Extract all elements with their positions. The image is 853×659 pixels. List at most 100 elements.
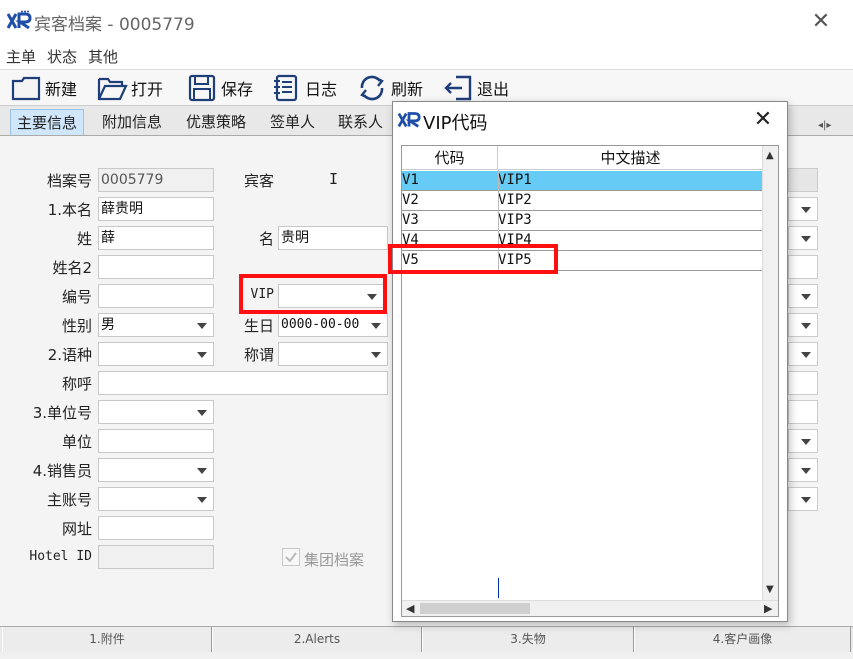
vip-code-grid: 代码 中文描述 V1 VIP1 V2 VIP2 V3 VIP3 V4 VIP4 … [401,145,779,617]
website-field[interactable] [98,516,214,540]
exit-label: 退出 [477,80,510,99]
grid-row[interactable]: V1 VIP1 [402,171,763,191]
vip-code-dialog: VIP代码 ✕ 代码 中文描述 V1 VIP1 V2 VIP2 V3 VIP3 … [392,101,788,622]
gender-dropdown[interactable]: 男 [98,313,214,337]
gender-label: 性别 [61,317,92,335]
fullname-field[interactable]: 薛贵明 [98,197,214,221]
horizontal-scrollbar[interactable]: ◀ ▶ [402,600,778,616]
vertical-scrollbar[interactable]: ▲ ▼ [762,146,778,600]
bottom-tab-alerts[interactable]: 2.Alerts [212,627,422,652]
bottom-tab-attachments[interactable]: 1.附件 [2,627,212,652]
right-dropdown-1[interactable] [788,197,818,221]
tab-scroll-arrows[interactable]: ◂|▸ [818,120,831,131]
right-dropdown-6[interactable] [788,429,818,453]
sales-label: 4.销售员 [32,462,92,480]
exit-button[interactable]: 退出 [442,73,509,103]
save-button[interactable]: 保存 [186,73,253,103]
menu-other[interactable]: 其他 [88,46,118,67]
grid-cell-code: V3 [402,212,419,228]
new-button[interactable]: 新建 [10,73,77,103]
tab-extra-info[interactable]: 附加信息 [96,109,168,135]
grid-row[interactable]: V3 VIP3 [402,211,763,231]
right-field-1[interactable] [788,168,818,192]
number-label: 编号 [61,288,92,306]
company-field[interactable] [98,429,214,453]
surname2-label: 姓名2 [52,259,92,277]
app-logo-icon [6,10,32,32]
scroll-right-icon[interactable]: ▶ [764,602,772,615]
right-dropdown-2[interactable] [788,226,818,250]
grid-cell-description: VIP1 [498,172,532,188]
hotel-id-label: Hotel ID [29,549,92,564]
birthday-field[interactable]: 0000-00-00 [278,313,388,337]
right-field-2[interactable] [788,255,818,279]
company-no-label: 3.单位号 [32,404,92,422]
exit-icon [442,73,474,103]
right-dropdown-3[interactable] [788,284,818,308]
language-label: 2.语种 [47,346,92,364]
text-cursor [498,578,499,598]
gender-value: 男 [101,317,115,333]
right-dropdown-5[interactable] [788,342,818,366]
surname2-field[interactable] [98,255,214,279]
grid-cell-code: V1 [402,172,419,188]
fullname-label: 1.本名 [47,201,92,219]
surname-label: 姓 [76,230,92,248]
salutation-field[interactable] [98,371,388,395]
new-icon [10,73,42,103]
scroll-thumb[interactable] [420,603,530,614]
bottom-tab-customer-profile[interactable]: 4.客户画像 [634,627,851,652]
birthday-value: 0000-00-00 [281,317,360,332]
right-field-4[interactable] [788,400,818,424]
master-account-label: 主账号 [46,491,92,509]
menu-main[interactable]: 主单 [6,46,36,67]
givenname-label: 名 [258,230,274,248]
scroll-down-icon[interactable]: ▼ [766,584,774,595]
company-no-dropdown[interactable] [98,400,214,424]
refresh-button[interactable]: 刷新 [356,73,423,103]
open-button[interactable]: 打开 [96,73,163,103]
chevron-down-icon [197,497,207,503]
right-dropdown-7[interactable] [788,458,818,482]
surname-field[interactable]: 薛 [98,226,214,250]
column-header-code[interactable]: 代码 [402,146,498,170]
dialog-title: VIP代码 [423,113,488,134]
tab-contact[interactable]: 联系人 [332,109,389,135]
tab-discount-policy[interactable]: 优惠策略 [180,109,252,135]
scroll-left-icon[interactable]: ◀ [406,602,414,615]
grid-cell-code: V2 [402,192,419,208]
title-dropdown[interactable] [278,342,388,366]
birthday-label: 生日 [243,317,274,335]
close-window-button[interactable]: ✕ [806,8,836,36]
grid-row[interactable]: V2 VIP2 [402,191,763,211]
tab-signer[interactable]: 签单人 [264,109,321,135]
grid-cell-description: VIP3 [498,212,532,228]
right-field-3[interactable] [788,371,818,395]
new-label: 新建 [45,80,78,99]
guest-label: 宾客 [243,172,274,190]
chevron-down-icon [371,352,381,358]
refresh-icon [356,73,388,103]
open-icon [96,73,128,103]
givenname-field[interactable]: 贵明 [278,226,388,250]
title-label: 称谓 [243,346,274,364]
right-dropdown-8[interactable] [788,487,818,511]
language-dropdown[interactable] [98,342,214,366]
bottom-tab-strip: 1.附件 2.Alerts 3.失物 4.客户画像 [0,626,853,652]
chevron-down-icon [197,352,207,358]
dialog-close-button[interactable]: ✕ [749,106,777,134]
tab-main-info[interactable]: 主要信息 [10,109,85,135]
save-icon [186,73,218,103]
menu-status[interactable]: 状态 [47,46,77,67]
scroll-up-icon[interactable]: ▲ [766,150,774,161]
grid-cell-description: VIP2 [498,192,532,208]
bottom-tab-lost-items[interactable]: 3.失物 [422,627,634,652]
number-field[interactable] [98,284,214,308]
master-account-dropdown[interactable] [98,487,214,511]
column-header-description[interactable]: 中文描述 [498,146,763,170]
sales-dropdown[interactable] [98,458,214,482]
chevron-down-icon [197,323,207,329]
right-dropdown-4[interactable] [788,313,818,337]
log-button[interactable]: 日志 [270,73,337,103]
group-file-checkbox[interactable] [282,548,300,566]
